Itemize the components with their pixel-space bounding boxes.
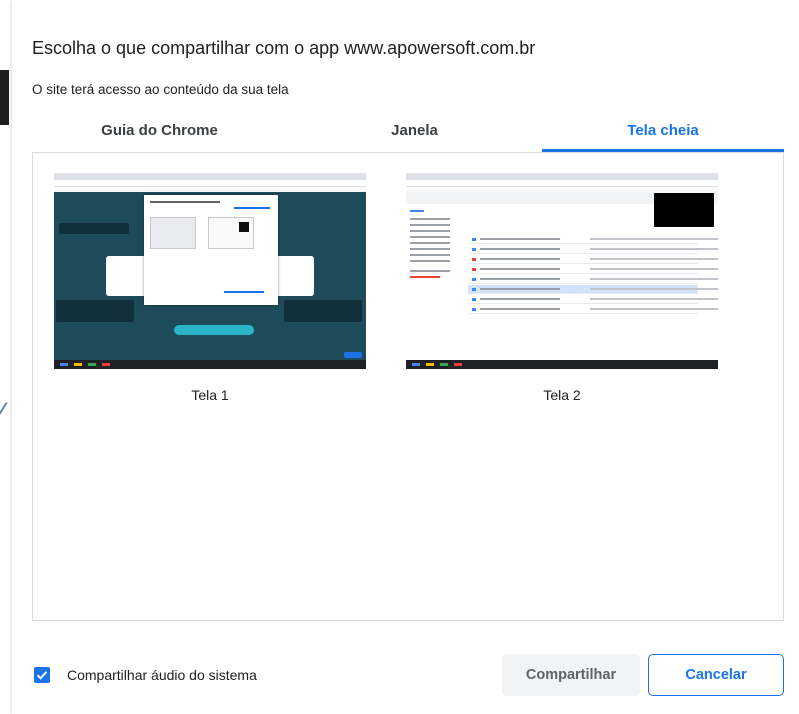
share-audio-checkbox[interactable] (34, 667, 50, 683)
screen-option-2[interactable]: Tela 2 (406, 173, 718, 403)
screens-panel: Tela 1 Tela 2 (32, 153, 784, 621)
cancel-button[interactable]: Cancelar (648, 654, 784, 696)
screen-1-thumbnail (54, 173, 366, 369)
checkmark-icon (36, 671, 48, 680)
screen-2-thumbnail (406, 173, 718, 369)
screen-1-label: Tela 1 (191, 387, 229, 403)
dialog-title: Escolha o que compartilhar com o app www… (32, 38, 536, 58)
screen-2-label: Tela 2 (543, 387, 581, 403)
dialog-subtitle: O site terá acesso ao conteúdo da sua te… (32, 82, 289, 97)
background-window-mark: ⁄ (0, 398, 4, 423)
tab-window[interactable]: Janela (287, 120, 542, 152)
share-audio-label: Compartilhar áudio do sistema (67, 667, 257, 683)
background-window-edge (0, 70, 9, 125)
screen-option-1[interactable]: Tela 1 (54, 173, 366, 403)
share-source-tabs: Guia do Chrome Janela Tela cheia (32, 120, 784, 154)
share-button[interactable]: Compartilhar (502, 654, 640, 696)
tab-chrome-tab[interactable]: Guia do Chrome (32, 120, 287, 152)
tab-entire-screen[interactable]: Tela cheia (542, 120, 784, 152)
screen-share-dialog: Escolha o que compartilhar com o app www… (12, 0, 799, 714)
